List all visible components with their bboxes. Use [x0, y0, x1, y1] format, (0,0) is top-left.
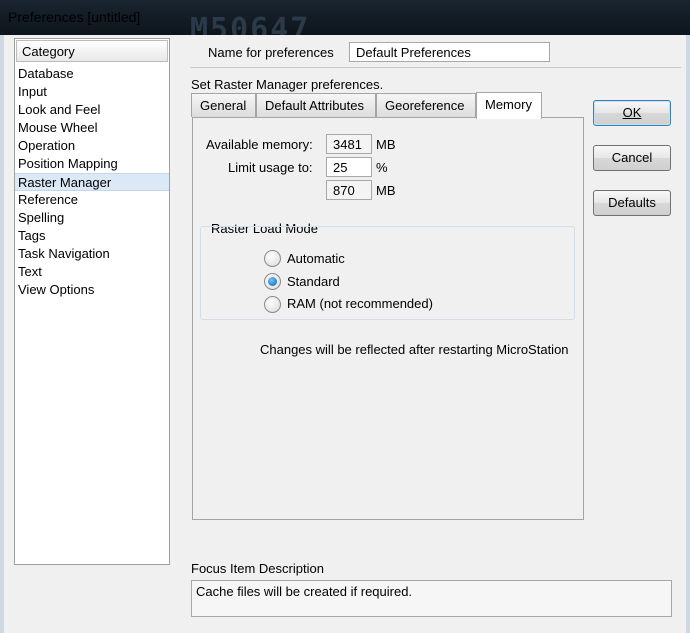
category-item-text[interactable]: Text: [15, 263, 169, 281]
ok-button-label: OK: [622, 105, 642, 120]
defaults-button[interactable]: Defaults: [593, 190, 671, 216]
category-item-spelling[interactable]: Spelling: [15, 209, 169, 227]
category-item-mouse-wheel[interactable]: Mouse Wheel: [15, 119, 169, 137]
radio-ram[interactable]: [264, 296, 281, 313]
category-column-header[interactable]: Category: [16, 40, 168, 62]
name-for-preferences-field[interactable]: Default Preferences: [349, 42, 550, 62]
focus-item-label: Focus Item Description: [191, 561, 324, 576]
radio-automatic-label[interactable]: Automatic: [287, 251, 345, 266]
radio-ram-label[interactable]: RAM (not recommended): [287, 296, 433, 311]
category-item-look-and-feel[interactable]: Look and Feel: [15, 101, 169, 119]
focus-item-description: Cache files will be created if required.: [191, 580, 672, 617]
category-item-input[interactable]: Input: [15, 83, 169, 101]
category-item-tags[interactable]: Tags: [15, 227, 169, 245]
limit-usage-mb-field: 870: [326, 180, 372, 200]
available-memory-unit: MB: [376, 137, 396, 152]
category-list: Database Input Look and Feel Mouse Wheel…: [15, 65, 169, 299]
category-list-panel: Category Database Input Look and Feel Mo…: [14, 38, 170, 565]
available-memory-field: 3481: [326, 134, 372, 154]
category-item-position-mapping[interactable]: Position Mapping: [15, 155, 169, 173]
cancel-button[interactable]: Cancel: [593, 145, 671, 171]
header-divider: [190, 67, 681, 68]
restart-note: Changes will be reflected after restarti…: [260, 342, 569, 357]
limit-usage-percent-unit: %: [376, 160, 388, 175]
section-title: Set Raster Manager preferences.: [191, 77, 384, 92]
limit-usage-mb-unit: MB: [376, 183, 396, 198]
tab-general[interactable]: General: [191, 93, 256, 117]
available-memory-label: Available memory:: [206, 137, 313, 152]
category-item-task-navigation[interactable]: Task Navigation: [15, 245, 169, 263]
category-item-operation[interactable]: Operation: [15, 137, 169, 155]
category-item-database[interactable]: Database: [15, 65, 169, 83]
name-for-preferences-label: Name for preferences: [208, 45, 334, 60]
radio-standard-label[interactable]: Standard: [287, 274, 340, 289]
window-title: Preferences [untitled]: [8, 9, 141, 25]
radio-standard[interactable]: [264, 273, 281, 290]
radio-automatic[interactable]: [264, 250, 281, 267]
preferences-dialog: Category Database Input Look and Feel Mo…: [0, 35, 690, 633]
tab-georeference[interactable]: Georeference: [376, 93, 476, 117]
limit-usage-percent-field[interactable]: 25: [326, 157, 372, 177]
ok-button[interactable]: OK: [593, 100, 671, 126]
category-item-raster-manager[interactable]: Raster Manager: [15, 173, 169, 191]
tab-default-attributes[interactable]: Default Attributes: [256, 93, 376, 117]
title-bar: M50647 Preferences [untitled]: [0, 0, 690, 47]
limit-usage-label: Limit usage to:: [228, 160, 313, 175]
tab-memory[interactable]: Memory: [476, 92, 542, 119]
category-item-reference[interactable]: Reference: [15, 191, 169, 209]
category-item-view-options[interactable]: View Options: [15, 281, 169, 299]
